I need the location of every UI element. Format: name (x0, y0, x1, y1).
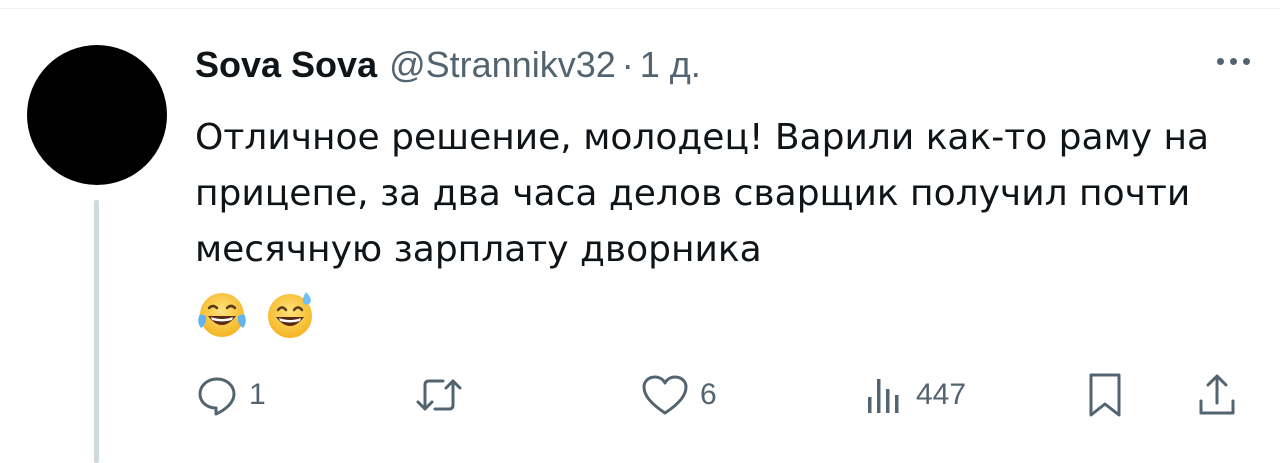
views-count: 447 (916, 378, 967, 411)
more-icon (1217, 58, 1224, 65)
emoji-row (195, 288, 317, 342)
top-divider (0, 8, 1280, 9)
thread-line (94, 200, 99, 463)
reply-count: 1 (249, 378, 266, 411)
timestamp[interactable]: 1 д. (640, 44, 701, 86)
separator-dot: · (621, 44, 634, 85)
face-with-tears-of-joy-icon (198, 293, 246, 337)
more-icon-dot (1243, 58, 1250, 65)
like-count: 6 (700, 378, 717, 411)
bookmark-button[interactable] (1083, 370, 1127, 420)
bookmark-icon (1089, 373, 1121, 417)
grinning-face-with-sweat-icon (268, 292, 312, 338)
retweet-icon (416, 379, 462, 411)
more-icon-dot (1230, 58, 1237, 65)
avatar[interactable] (27, 45, 167, 185)
tweet-header: Sova Sova @Strannikv32 · 1 д. (195, 44, 701, 94)
views-button[interactable]: 447 (862, 370, 966, 420)
share-icon (1199, 374, 1235, 415)
reply-button[interactable]: 1 (195, 370, 266, 420)
user-handle[interactable]: @Strannikv32 (389, 44, 616, 86)
share-button[interactable] (1195, 370, 1239, 420)
tweet-text: Отличное решение, молодец! Варили как-то… (195, 117, 1210, 270)
views-icon (868, 379, 899, 413)
display-name[interactable]: Sova Sova (195, 44, 377, 86)
heart-icon (642, 375, 688, 415)
action-bar: 1 6 447 (0, 370, 1280, 420)
reply-icon (198, 377, 236, 416)
like-button[interactable]: 6 (640, 370, 717, 420)
more-button[interactable] (1217, 58, 1250, 65)
retweet-button[interactable] (413, 370, 475, 420)
